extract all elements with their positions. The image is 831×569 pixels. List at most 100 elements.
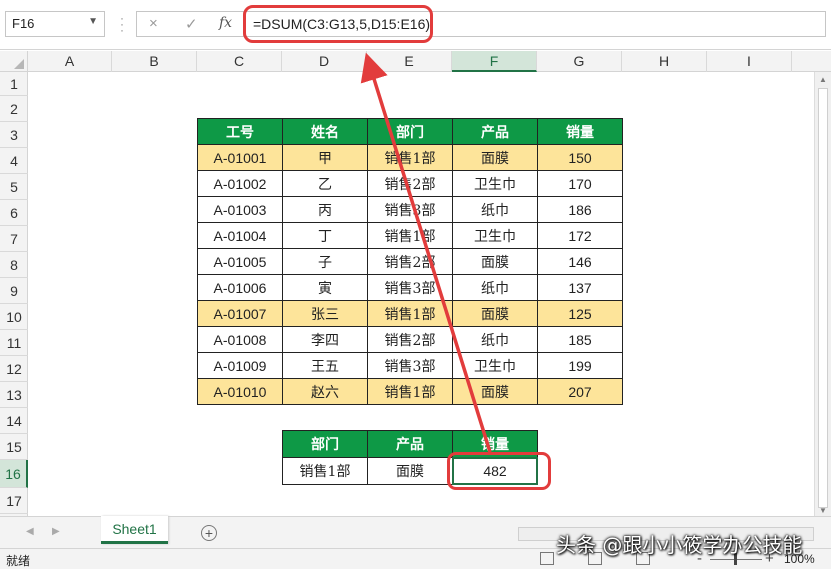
cell-product[interactable]: 纸巾 <box>452 274 538 301</box>
cell-id[interactable]: A-01009 <box>197 352 283 379</box>
column-header-a[interactable]: A <box>28 51 112 72</box>
cell-name[interactable]: 张三 <box>282 300 368 327</box>
chevron-down-icon[interactable]: ▼ <box>88 16 98 27</box>
row-header-3[interactable]: 3 <box>0 122 28 148</box>
cell-product[interactable]: 面膜 <box>452 378 538 405</box>
next-sheet-icon[interactable]: ▶ <box>52 526 60 537</box>
cell-id[interactable]: A-01008 <box>197 326 283 353</box>
row-header-15[interactable]: 15 <box>0 434 28 460</box>
cell-qty[interactable]: 207 <box>537 378 623 405</box>
row-header-12[interactable]: 12 <box>0 356 28 382</box>
scroll-down-icon[interactable]: ▼ <box>819 506 827 515</box>
cell-qty[interactable]: 150 <box>537 144 623 171</box>
column-header-d[interactable]: D <box>282 51 367 72</box>
cell-qty[interactable]: 185 <box>537 326 623 353</box>
cell-product[interactable]: 面膜 <box>452 144 538 171</box>
cell-qty[interactable]: 170 <box>537 170 623 197</box>
cell-dept[interactable]: 销售2部 <box>367 170 453 197</box>
cell-qty[interactable]: 199 <box>537 352 623 379</box>
cell-name[interactable]: 王五 <box>282 352 368 379</box>
cell-name[interactable]: 赵六 <box>282 378 368 405</box>
row-header-8[interactable]: 8 <box>0 252 28 278</box>
row-header-16[interactable]: 16 <box>0 460 28 488</box>
cell-dept[interactable]: 销售1部 <box>367 378 453 405</box>
column-header-i[interactable]: I <box>707 51 792 72</box>
cell-id[interactable]: A-01003 <box>197 196 283 223</box>
criteria-cell[interactable]: 面膜 <box>367 457 453 485</box>
enter-icon[interactable]: ✓ <box>185 15 198 33</box>
cell-id[interactable]: A-01010 <box>197 378 283 405</box>
cell-name[interactable]: 乙 <box>282 170 368 197</box>
row-header-6[interactable]: 6 <box>0 200 28 226</box>
column-header-h[interactable]: H <box>622 51 707 72</box>
cell-dept[interactable]: 销售2部 <box>367 326 453 353</box>
cell-qty[interactable]: 172 <box>537 222 623 249</box>
cell-id[interactable]: A-01005 <box>197 248 283 275</box>
cell-dept[interactable]: 销售1部 <box>367 144 453 171</box>
cell-dept[interactable]: 销售1部 <box>367 300 453 327</box>
row-header-17[interactable]: 17 <box>0 488 28 514</box>
cell-name[interactable]: 甲 <box>282 144 368 171</box>
add-sheet-icon[interactable]: + <box>201 525 217 541</box>
cell-id[interactable]: A-01007 <box>197 300 283 327</box>
row-header-7[interactable]: 7 <box>0 226 28 252</box>
cell-dept[interactable]: 销售3部 <box>367 196 453 223</box>
criteria-cell[interactable]: 销售1部 <box>282 457 368 485</box>
cell-name[interactable]: 丙 <box>282 196 368 223</box>
row-header-4[interactable]: 4 <box>0 148 28 174</box>
prev-sheet-icon[interactable]: ◀ <box>26 526 34 537</box>
column-heading[interactable]: 部门 <box>367 118 453 145</box>
cell-id[interactable]: A-01004 <box>197 222 283 249</box>
row-header-1[interactable]: 1 <box>0 72 28 96</box>
column-heading[interactable]: 销量 <box>537 118 623 145</box>
cell-qty[interactable]: 186 <box>537 196 623 223</box>
vertical-scrollbar[interactable]: ▲ ▼ <box>814 72 831 516</box>
column-header-c[interactable]: C <box>197 51 282 72</box>
column-header-e[interactable]: E <box>367 51 452 72</box>
scroll-up-icon[interactable]: ▲ <box>819 75 827 84</box>
drag-handle-icon[interactable]: · · · <box>117 12 127 36</box>
cell-product[interactable]: 纸巾 <box>452 326 538 353</box>
column-header-f[interactable]: F <box>452 51 537 72</box>
cell-product[interactable]: 面膜 <box>452 300 538 327</box>
cell-name[interactable]: 寅 <box>282 274 368 301</box>
cancel-icon[interactable]: × <box>149 15 158 32</box>
cell-id[interactable]: A-01001 <box>197 144 283 171</box>
criteria-heading[interactable]: 部门 <box>282 430 368 458</box>
cell-id[interactable]: A-01006 <box>197 274 283 301</box>
cell-name[interactable]: 李四 <box>282 326 368 353</box>
column-heading[interactable]: 产品 <box>452 118 538 145</box>
cell-id[interactable]: A-01002 <box>197 170 283 197</box>
name-box[interactable]: F16 ▼ <box>5 11 105 37</box>
cell-product[interactable]: 卫生巾 <box>452 222 538 249</box>
column-heading[interactable]: 工号 <box>197 118 283 145</box>
cell-product[interactable]: 卫生巾 <box>452 352 538 379</box>
cell-name[interactable]: 子 <box>282 248 368 275</box>
insert-function-icon[interactable]: fx <box>219 15 232 31</box>
tab-sheet1[interactable]: Sheet1 <box>101 516 168 544</box>
scroll-thumb[interactable] <box>818 88 828 508</box>
cell-name[interactable]: 丁 <box>282 222 368 249</box>
column-header-b[interactable]: B <box>112 51 197 72</box>
cell-dept[interactable]: 销售3部 <box>367 274 453 301</box>
column-heading[interactable]: 姓名 <box>282 118 368 145</box>
cell-qty[interactable]: 125 <box>537 300 623 327</box>
row-header-2[interactable]: 2 <box>0 96 28 122</box>
criteria-heading[interactable]: 产品 <box>367 430 453 458</box>
row-header-5[interactable]: 5 <box>0 174 28 200</box>
cell-product[interactable]: 卫生巾 <box>452 170 538 197</box>
row-header-13[interactable]: 13 <box>0 382 28 408</box>
cell-qty[interactable]: 137 <box>537 274 623 301</box>
row-header-9[interactable]: 9 <box>0 278 28 304</box>
cell-dept[interactable]: 销售3部 <box>367 352 453 379</box>
cell-product[interactable]: 面膜 <box>452 248 538 275</box>
column-header-g[interactable]: G <box>537 51 622 72</box>
cell-dept[interactable]: 销售2部 <box>367 248 453 275</box>
row-header-11[interactable]: 11 <box>0 330 28 356</box>
row-header-10[interactable]: 10 <box>0 304 28 330</box>
normal-view-icon[interactable] <box>540 552 554 565</box>
select-all-button[interactable] <box>0 51 28 72</box>
cell-qty[interactable]: 146 <box>537 248 623 275</box>
row-header-14[interactable]: 14 <box>0 408 28 434</box>
cell-dept[interactable]: 销售1部 <box>367 222 453 249</box>
